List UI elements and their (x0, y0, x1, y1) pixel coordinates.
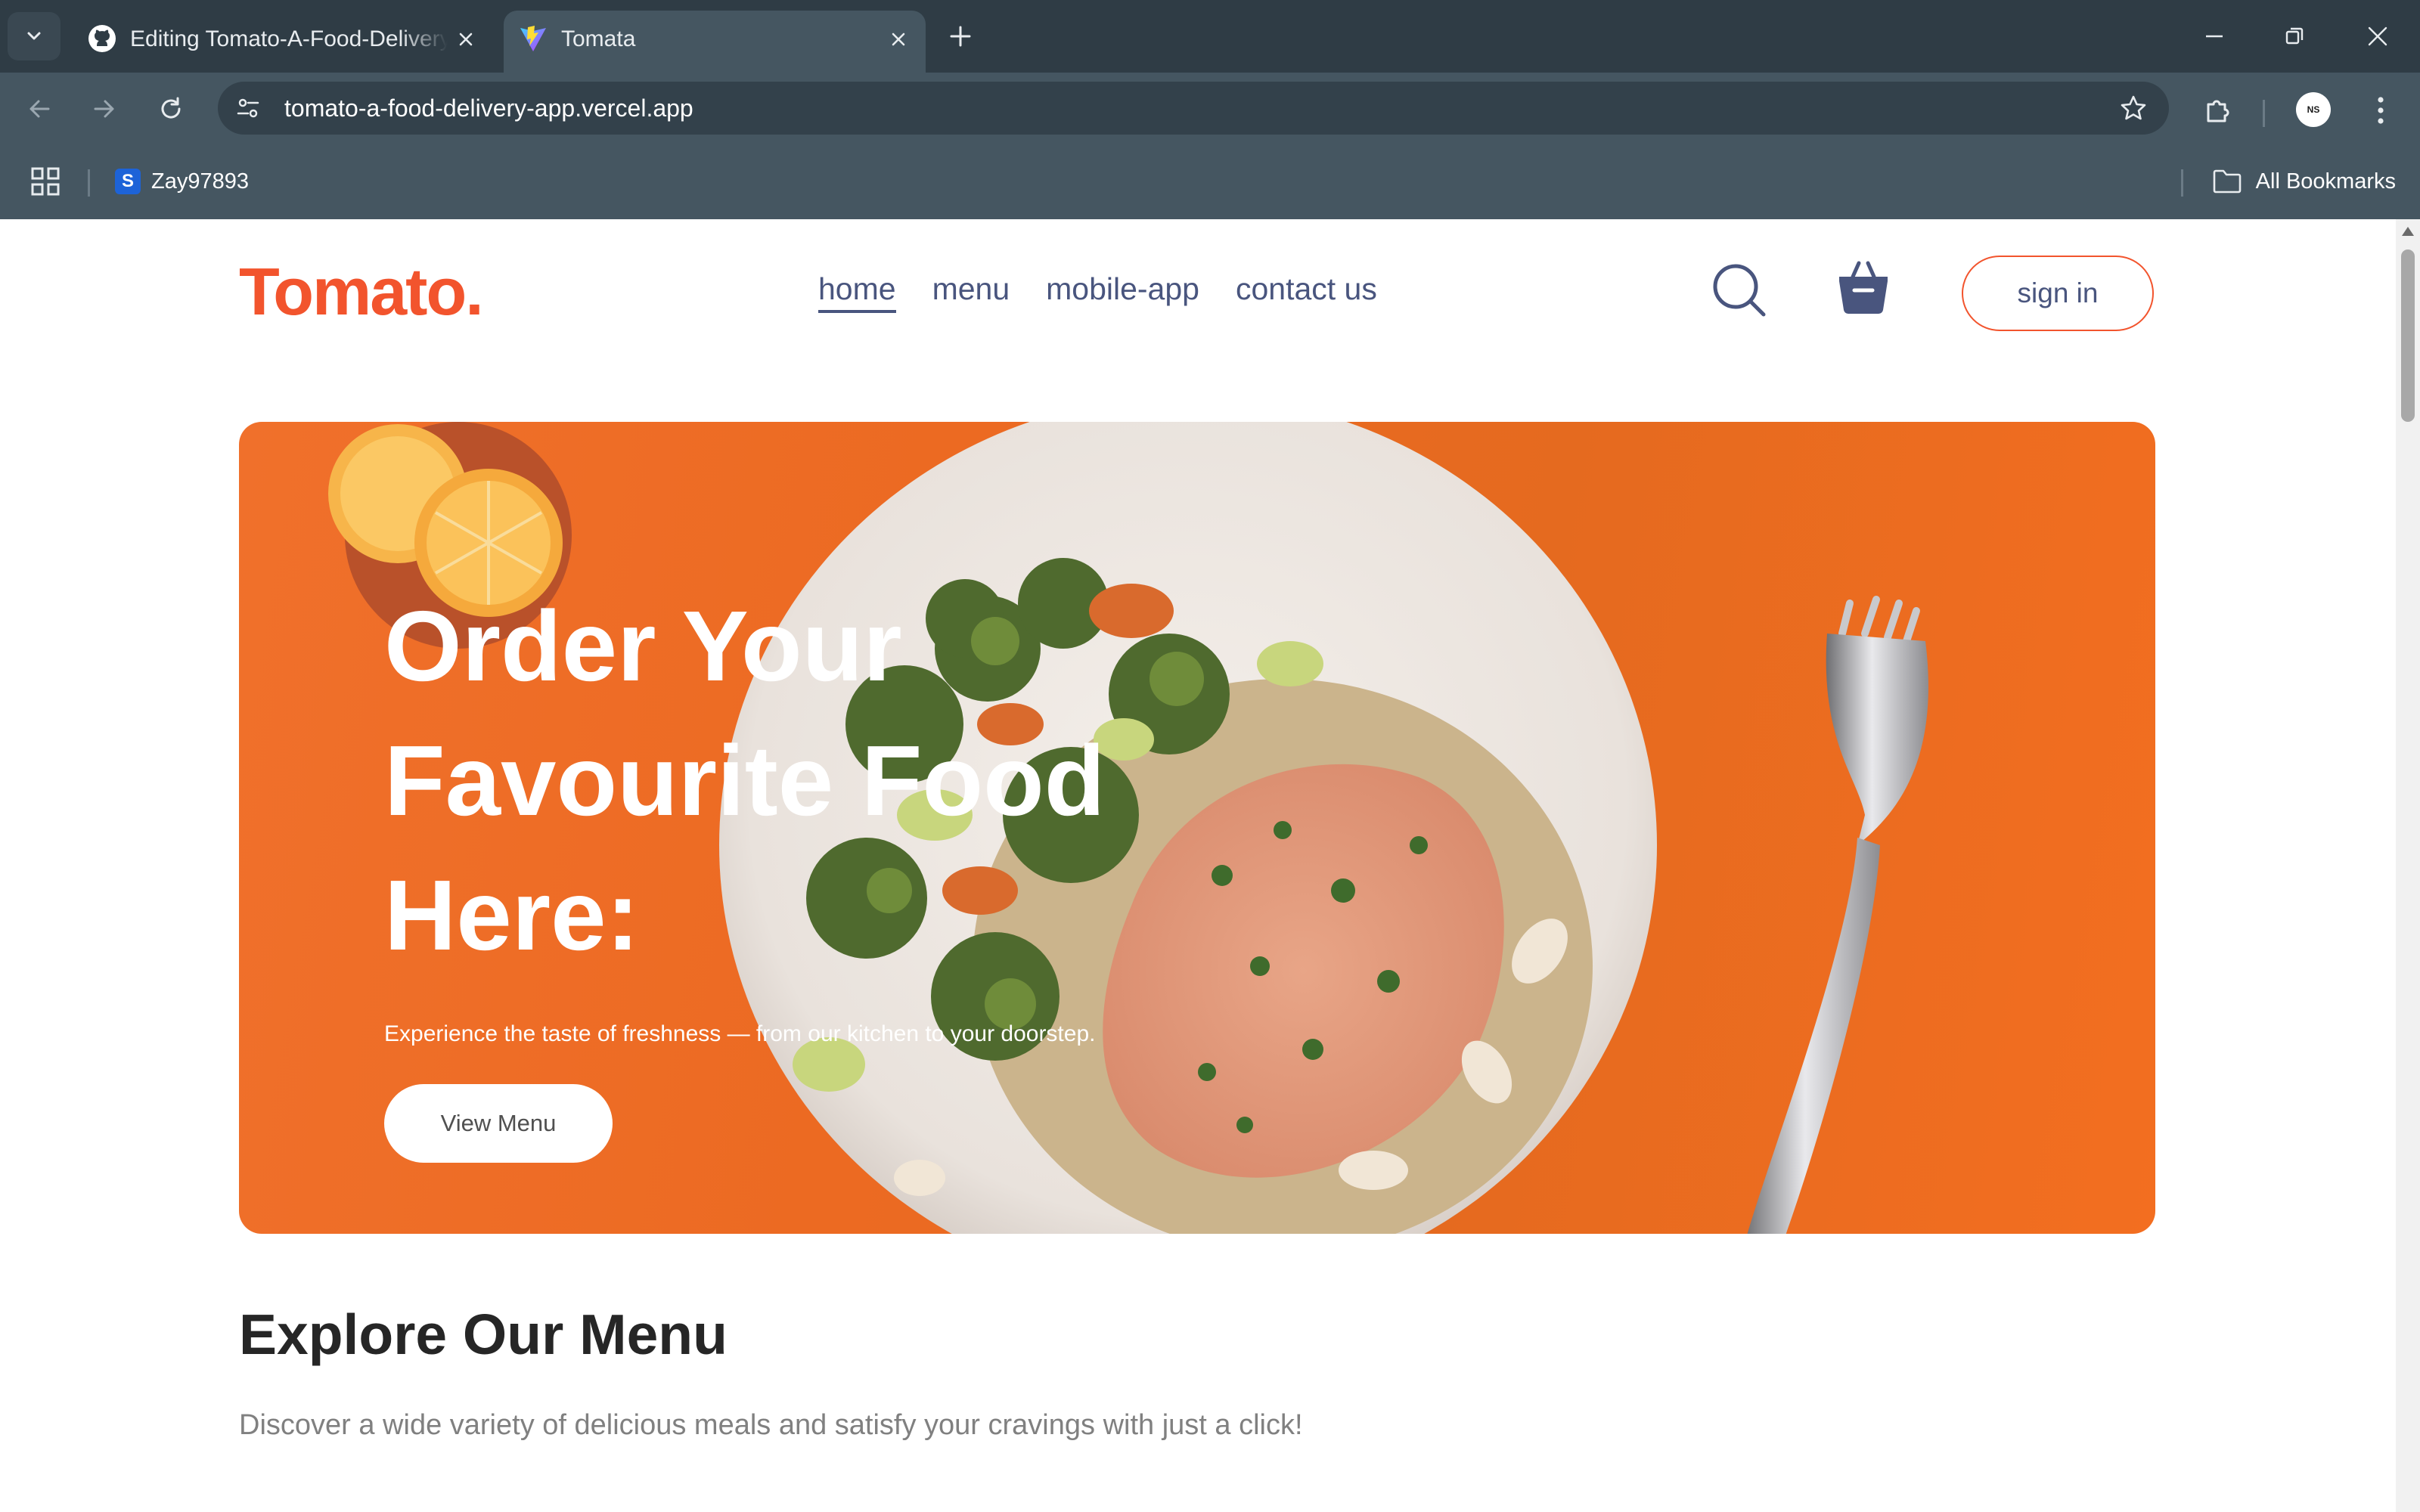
bookmark-label: Zay97893 (151, 169, 249, 194)
address-bar[interactable]: tomato-a-food-delivery-app.vercel.app (218, 82, 2169, 135)
hero-title-line: Here: (384, 860, 640, 971)
forward-button[interactable] (83, 88, 126, 130)
view-menu-button[interactable]: View Menu (384, 1084, 613, 1163)
puzzle-icon (2207, 100, 2229, 122)
arrow-left-icon (29, 100, 50, 118)
all-bookmarks-label: All Bookmarks (2255, 169, 2396, 194)
bookmarks-divider (2181, 169, 2183, 197)
tab-tomata[interactable]: Tomata (504, 11, 926, 73)
bookmark-item[interactable]: S Zay97893 (115, 165, 249, 198)
hero-title-line: Order Your (384, 590, 902, 702)
site-info-button[interactable] (227, 88, 269, 129)
page-scrollbar[interactable] (2396, 219, 2420, 1512)
back-button[interactable] (18, 88, 60, 130)
page-viewport: Tomato. home menu mobile-app contact us … (0, 219, 2396, 1512)
nav-contact-us[interactable]: contact us (1236, 269, 1377, 313)
github-icon (86, 23, 118, 54)
main-nav: home menu mobile-app contact us (818, 269, 1377, 313)
tab-strip: Editing Tomato-A-Food-Delivery-App/READM… (0, 0, 2420, 73)
new-tab-button[interactable] (938, 20, 983, 53)
nav-mobile-app[interactable]: mobile-app (1046, 269, 1199, 313)
bookmark-star-button[interactable] (2116, 91, 2151, 125)
star-icon (2121, 95, 2146, 120)
toolbar-divider (2263, 100, 2265, 127)
arrow-right-icon (94, 100, 114, 118)
hero-subtitle: Experience the taste of freshness — from… (384, 1021, 1096, 1046)
tab-title: Tomata (561, 26, 636, 51)
minimize-button[interactable] (2184, 14, 2245, 59)
hero-title-line: Favourite Food (384, 725, 1106, 836)
reload-icon (161, 97, 181, 119)
profile-avatar[interactable]: NS (2296, 92, 2331, 127)
chevron-down-icon (27, 32, 41, 40)
nav-home[interactable]: home (818, 269, 896, 313)
bookmarks-bar: S Zay97893 All Bookmarks (0, 144, 2420, 219)
plus-icon (950, 26, 971, 47)
scroll-thumb[interactable] (2401, 249, 2415, 422)
hero-title: Order Your Favourite Food Here: (384, 579, 1292, 983)
restore-button[interactable] (2264, 14, 2325, 59)
sign-in-button[interactable]: sign in (1962, 256, 2154, 331)
tab-github-editing[interactable]: Editing Tomato-A-Food-Delivery-App/READM… (73, 11, 493, 73)
bookmark-favicon: S (115, 169, 141, 194)
vite-icon (517, 23, 549, 54)
folder-icon (2213, 169, 2241, 194)
hero-banner: Order Your Favourite Food Here: Experien… (239, 422, 2155, 1234)
basket-icon[interactable] (1833, 257, 1894, 318)
site-logo[interactable]: Tomato. (239, 254, 484, 330)
url-text[interactable]: tomato-a-food-delivery-app.vercel.app (284, 93, 693, 123)
profile-initials: NS (2307, 104, 2320, 115)
close-icon (2368, 26, 2387, 46)
tab-title: Editing Tomato-A-Food-Delivery-App/READM… (130, 26, 448, 51)
nav-menu[interactable]: menu (932, 269, 1010, 313)
explore-menu-heading: Explore Our Menu (239, 1303, 728, 1366)
more-vert-icon (2378, 97, 2384, 124)
apps-grid-icon[interactable] (29, 165, 62, 198)
restore-icon (2285, 27, 2304, 45)
all-bookmarks-button[interactable]: All Bookmarks (2212, 165, 2396, 198)
browser-toolbar: tomato-a-food-delivery-app.vercel.app NS (0, 73, 2420, 144)
tab-search-button[interactable] (8, 12, 60, 60)
close-tab-icon[interactable] (452, 26, 479, 53)
scroll-up-arrow-icon[interactable] (2402, 227, 2414, 236)
bookmarks-divider (88, 169, 90, 197)
close-tab-icon[interactable] (885, 26, 912, 53)
close-window-button[interactable] (2347, 14, 2408, 59)
reload-button[interactable] (150, 88, 192, 130)
browser-menu-button[interactable] (2360, 89, 2402, 132)
search-icon[interactable] (1711, 262, 1768, 319)
tune-icon (237, 98, 259, 118)
minimize-icon (2206, 35, 2223, 38)
explore-menu-text: Discover a wide variety of delicious mea… (239, 1409, 1303, 1441)
extensions-button[interactable] (2196, 89, 2238, 132)
